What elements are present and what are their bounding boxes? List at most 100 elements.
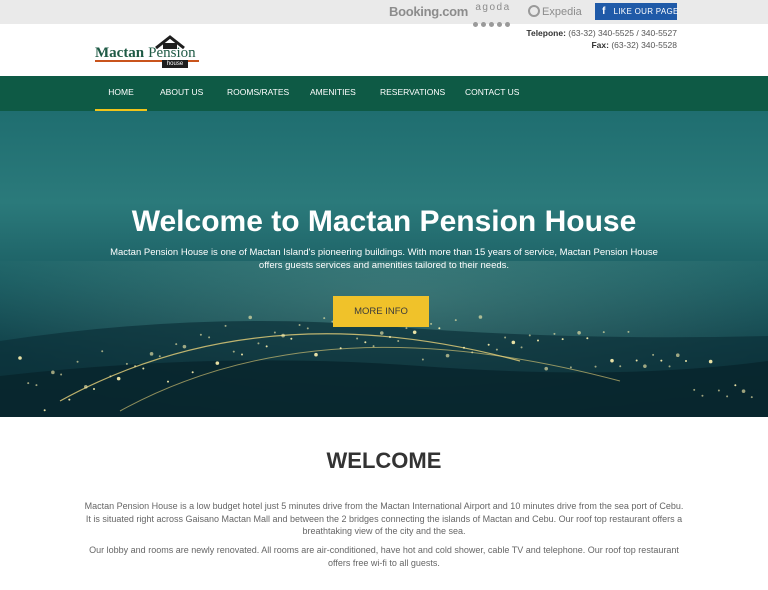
city-light	[306, 327, 309, 330]
booking-logo[interactable]: Booking.com	[389, 4, 468, 19]
city-light	[445, 353, 450, 358]
city-light	[577, 330, 581, 335]
facebook-like-button[interactable]: f LIKE OUR PAGE	[595, 3, 679, 20]
city-light	[372, 345, 375, 348]
agoda-dots-icon	[473, 14, 513, 27]
city-light	[708, 359, 713, 364]
fax-value: (63-32) 340-5528	[611, 40, 677, 50]
top-bar: Booking.com agoda Expedia f LIKE OUR PAG…	[0, 0, 768, 27]
city-light	[298, 324, 301, 327]
city-light	[421, 358, 424, 361]
more-info-button[interactable]: MORE INFO	[333, 296, 429, 327]
logo-word-mactan: Mactan	[95, 45, 145, 61]
main-nav: HOME ABOUT US ROOMS/RATES AMENITIES RESE…	[0, 76, 768, 111]
city-light	[471, 351, 474, 354]
hero-banner: Welcome to Mactan Pension House Mactan P…	[0, 111, 768, 417]
telephone-line: Telepone: (63-32) 340-5525 / 340-5527	[526, 27, 677, 39]
city-light	[537, 339, 539, 342]
city-light	[273, 331, 276, 334]
nav-about-us[interactable]: ABOUT US	[160, 76, 203, 111]
city-light	[487, 343, 490, 346]
city-light	[314, 352, 318, 357]
facebook-like-label: LIKE OUR PAGE	[613, 7, 679, 16]
telephone-value: (63-32) 340-5525 / 340-5527	[568, 28, 677, 38]
nav-home[interactable]: HOME	[95, 76, 147, 111]
fax-label: Fax:	[591, 40, 609, 50]
city-light	[412, 330, 417, 335]
city-light	[134, 365, 137, 368]
city-light	[18, 356, 22, 360]
city-light	[619, 365, 622, 368]
city-light	[125, 362, 128, 365]
city-light	[60, 373, 63, 376]
city-light	[265, 345, 268, 348]
city-light	[76, 360, 79, 363]
city-light	[544, 366, 549, 371]
telephone-label: Telepone:	[526, 28, 566, 38]
city-light	[668, 365, 671, 368]
city-light	[27, 382, 30, 385]
city-light	[405, 327, 408, 330]
city-light	[635, 359, 638, 362]
city-light	[257, 342, 260, 345]
city-light	[158, 355, 161, 358]
nav-rooms-rates[interactable]: ROOMS/RATES	[227, 76, 289, 111]
expedia-logo[interactable]: Expedia	[528, 5, 582, 18]
city-light	[693, 388, 696, 391]
expedia-label: Expedia	[542, 6, 582, 18]
city-light	[734, 384, 737, 387]
city-light	[594, 365, 597, 368]
globe-icon	[528, 5, 540, 17]
hero-text: Mactan Pension House is one of Mactan Is…	[110, 247, 658, 271]
city-light	[364, 341, 367, 344]
city-light	[586, 337, 589, 340]
logo-word-pension: Pension	[148, 45, 196, 61]
city-light	[208, 336, 211, 339]
city-light	[101, 350, 104, 353]
city-light	[675, 353, 680, 357]
city-light	[660, 359, 663, 362]
city-light	[685, 360, 687, 363]
city-light	[726, 395, 729, 398]
city-light	[199, 333, 202, 336]
city-light	[149, 352, 154, 356]
city-light	[167, 380, 169, 383]
city-light	[323, 317, 326, 320]
city-light	[379, 331, 384, 335]
city-light	[561, 338, 564, 341]
welcome-heading: WELCOME	[326, 448, 442, 473]
city-light	[116, 376, 121, 381]
nav-contact-us[interactable]: CONTACT US	[465, 76, 519, 111]
city-light	[356, 337, 359, 340]
city-light	[652, 353, 655, 356]
welcome-paragraph-1: Mactan Pension House is a low budget hot…	[84, 501, 684, 536]
city-light	[454, 319, 457, 322]
city-light	[43, 409, 46, 412]
welcome-paragraph-2: Our lobby and rooms are newly renovated.…	[89, 545, 679, 568]
city-light	[504, 336, 507, 339]
city-light	[610, 358, 614, 363]
city-light	[389, 336, 391, 338]
nav-reservations[interactable]: RESERVATIONS	[380, 76, 445, 111]
city-light	[627, 330, 630, 333]
city-light	[750, 396, 753, 399]
city-light	[35, 384, 38, 387]
nav-amenities[interactable]: AMENITIES	[310, 76, 356, 111]
contact-info: Telepone: (63-32) 340-5525 / 340-5527 Fa…	[526, 27, 677, 51]
city-light	[68, 398, 71, 401]
city-light	[463, 346, 465, 349]
city-light	[741, 389, 746, 393]
city-light	[248, 315, 253, 320]
city-light	[339, 347, 342, 350]
city-light	[520, 346, 523, 349]
city-light	[224, 324, 227, 327]
facebook-icon: f	[602, 6, 606, 17]
city-light	[232, 350, 235, 353]
city-light	[241, 353, 243, 356]
city-light	[109, 375, 112, 378]
city-light	[569, 366, 572, 369]
city-light	[142, 367, 145, 370]
logo-tag: house	[162, 60, 188, 68]
city-light	[495, 348, 498, 351]
agoda-logo[interactable]: agoda	[472, 2, 514, 13]
